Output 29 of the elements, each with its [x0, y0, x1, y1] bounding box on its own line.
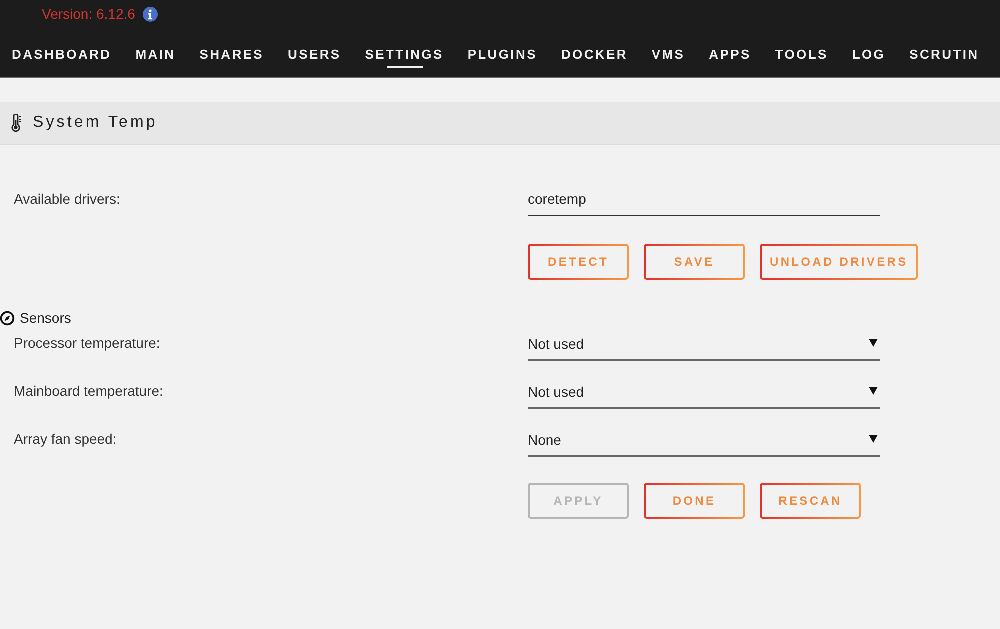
- sensors-heading: Sensors: [20, 309, 72, 327]
- nav-tab[interactable]: DOCKER: [561, 45, 628, 68]
- nav-tab[interactable]: DASHBOARD: [12, 45, 112, 68]
- drivers-input[interactable]: coretemp: [528, 185, 880, 216]
- sensor-select[interactable]: Not used: [528, 329, 880, 361]
- version-text: Version: 6.12.6: [42, 4, 136, 24]
- section-title: System Temp: [33, 113, 158, 133]
- sensor-select[interactable]: None: [528, 425, 880, 457]
- nav-tab[interactable]: SHARES: [200, 45, 264, 68]
- nav-tab[interactable]: USERS: [288, 45, 342, 68]
- nav-tab[interactable]: PLUGINS: [468, 45, 538, 68]
- nav-tab[interactable]: SETTINGS: [365, 45, 444, 68]
- nav-tab[interactable]: APPS: [709, 45, 752, 68]
- caret-icon: [869, 387, 878, 395]
- caret-icon: [869, 339, 878, 347]
- caret-icon: [869, 435, 878, 443]
- nav-tab[interactable]: SCRUTIN: [910, 45, 980, 68]
- info-icon[interactable]: [143, 6, 158, 22]
- field-label: Available drivers:: [13, 190, 122, 209]
- nav-tab[interactable]: LOG: [852, 45, 886, 68]
- thermometer-icon: [11, 114, 22, 132]
- field-label: Processor temperature:: [13, 334, 162, 353]
- field-label: Mainboard temperature:: [13, 382, 164, 401]
- field-label: Array fan speed:: [13, 430, 118, 449]
- compass-icon: [0, 310, 15, 326]
- nav-tab[interactable]: TOOLS: [775, 45, 828, 68]
- sensor-select[interactable]: Not used: [528, 377, 880, 409]
- nav-tab[interactable]: MAIN: [136, 45, 176, 68]
- nav-tab[interactable]: VMS: [652, 45, 686, 68]
